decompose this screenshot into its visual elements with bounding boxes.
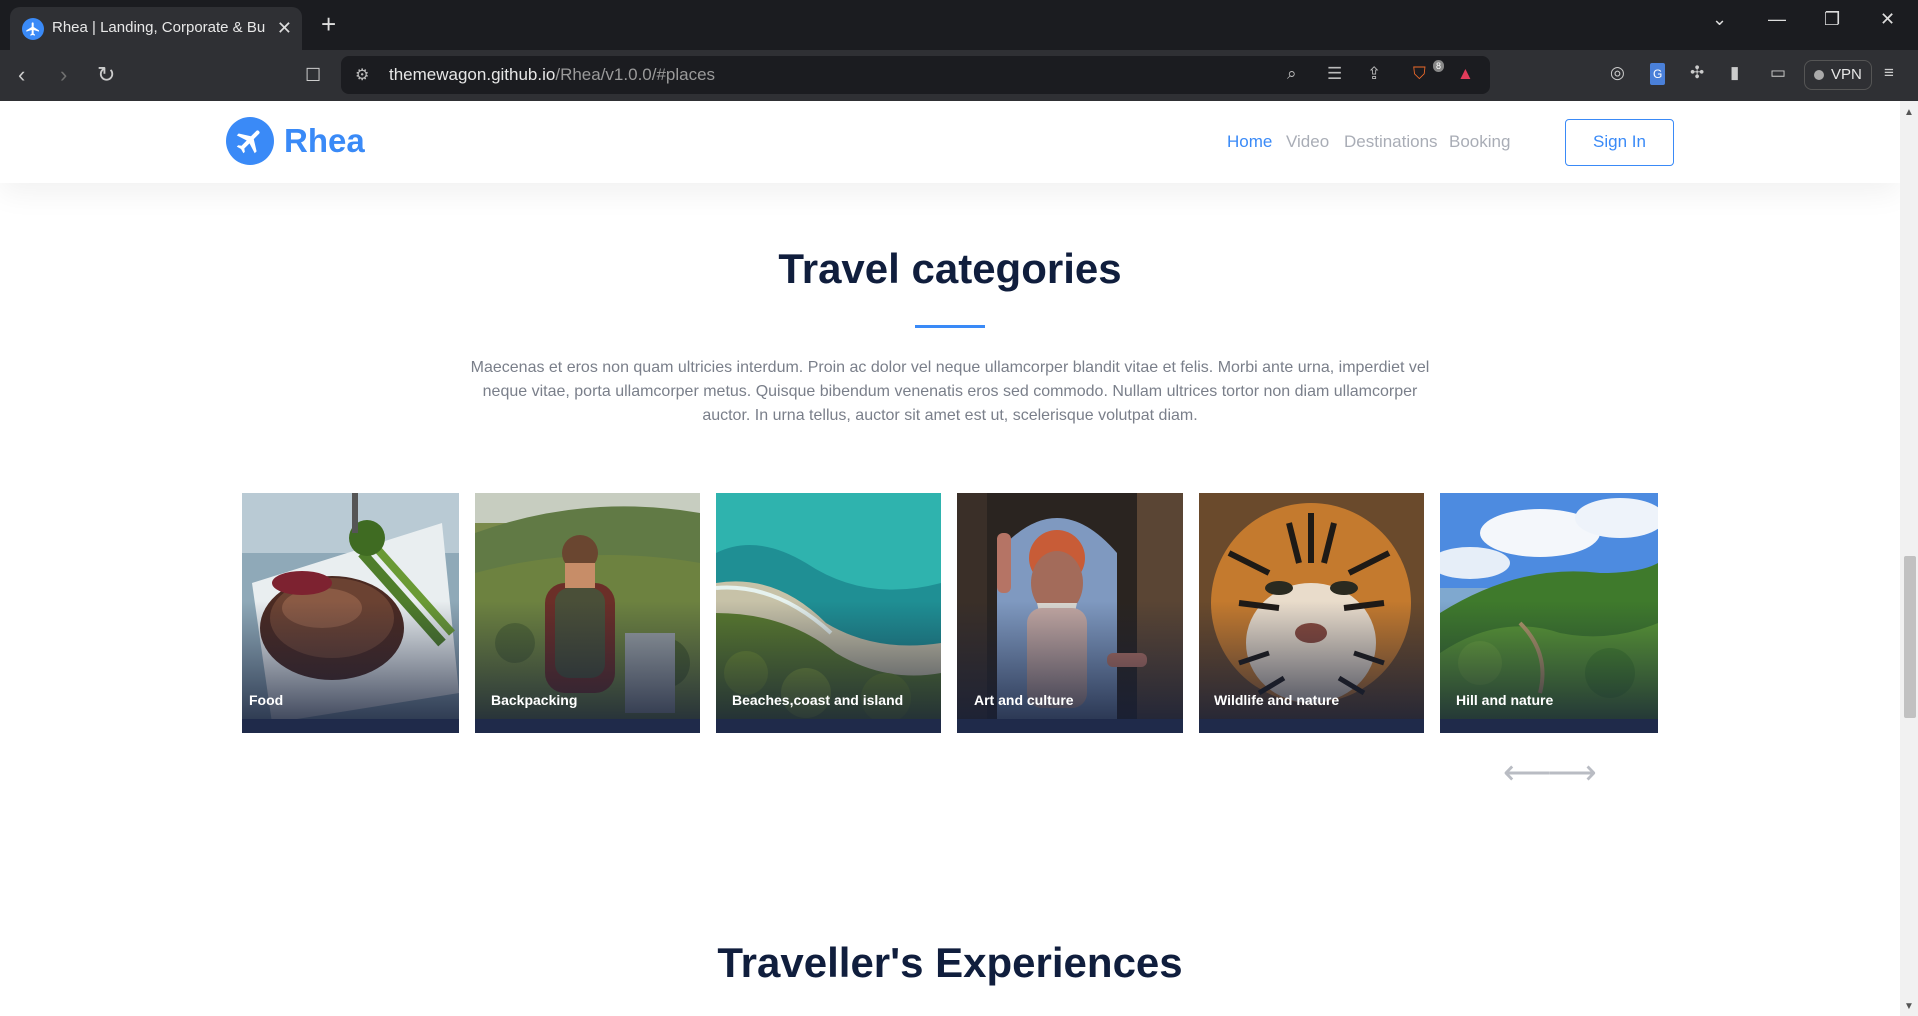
scroll-thumb[interactable] bbox=[1904, 556, 1916, 718]
arrow-left-icon[interactable]: ⟵ bbox=[1503, 756, 1552, 790]
category-card-food[interactable]: Food bbox=[242, 493, 459, 733]
category-label: Art and culture bbox=[974, 692, 1074, 708]
section-lead-text: Maecenas et eros non quam ultricies inte… bbox=[470, 359, 1430, 424]
shield-count-badge: 8 bbox=[1433, 60, 1445, 72]
plane-favicon-icon bbox=[22, 18, 44, 40]
nav-booking[interactable]: Booking bbox=[1449, 132, 1510, 152]
back-icon[interactable]: ‹ bbox=[18, 62, 25, 88]
category-label: Food bbox=[249, 692, 284, 708]
sidebar-icon[interactable]: ▮ bbox=[1730, 63, 1739, 83]
forward-icon[interactable]: › bbox=[60, 62, 67, 88]
address-bar[interactable]: ⚙ themewagon.github.io/Rhea/v1.0.0/#plac… bbox=[341, 56, 1490, 94]
bookmark-icon[interactable]: ☐ bbox=[305, 62, 321, 88]
zoom-icon[interactable]: ⌕ bbox=[1287, 64, 1297, 84]
arrow-right-icon[interactable]: ⟶ bbox=[1548, 756, 1597, 790]
tab-close-icon[interactable]: ✕ bbox=[277, 17, 292, 39]
site-settings-icon[interactable]: ⚙ bbox=[355, 65, 369, 85]
share-icon[interactable]: ⇪ bbox=[1367, 64, 1381, 84]
reload-icon[interactable]: ↻ bbox=[97, 62, 115, 88]
nav-destinations[interactable]: Destinations bbox=[1344, 132, 1438, 152]
category-card-beaches[interactable]: Beaches,coast and island bbox=[716, 493, 941, 733]
page-scrollbar[interactable]: ▲ ▼ bbox=[1900, 101, 1918, 1016]
category-label: Wildlife and nature bbox=[1214, 692, 1340, 708]
category-card-hill-nature[interactable]: Hill and nature bbox=[1440, 493, 1658, 733]
brand-logo[interactable]: Rhea bbox=[226, 117, 365, 165]
title-divider bbox=[915, 325, 985, 328]
brave-shield-icon[interactable]: ⛉ bbox=[1413, 64, 1426, 84]
url-text: themewagon.github.io/Rhea/v1.0.0/#places bbox=[389, 65, 716, 84]
category-card-backpacking[interactable]: Backpacking bbox=[475, 493, 700, 733]
extension-glasses-icon[interactable]: ◎ bbox=[1610, 63, 1625, 83]
new-tab-icon[interactable]: + bbox=[321, 10, 336, 38]
page-viewport: Rhea Home Video Destinations Booking Sig… bbox=[0, 101, 1918, 1016]
category-card-wildlife[interactable]: Wildlife and nature bbox=[1199, 493, 1424, 733]
menu-icon[interactable]: ≡ bbox=[1884, 63, 1894, 83]
tab-search-chevron-icon[interactable]: ⌄ bbox=[1712, 8, 1727, 30]
site-header: Rhea Home Video Destinations Booking Sig… bbox=[0, 101, 1900, 183]
browser-tab-strip: Rhea | Landing, Corporate & Bu ✕ + ⌄ — ❐… bbox=[0, 0, 1918, 50]
brave-rewards-icon[interactable]: ▲ bbox=[1457, 64, 1474, 84]
extensions-puzzle-icon[interactable]: ✣ bbox=[1690, 63, 1704, 83]
translate-icon[interactable]: G bbox=[1650, 63, 1666, 85]
vpn-button[interactable]: VPN bbox=[1804, 60, 1872, 90]
reader-mode-icon[interactable]: ☰ bbox=[1327, 64, 1342, 84]
wallet-icon[interactable]: ▭ bbox=[1770, 63, 1786, 83]
brand-name: Rhea bbox=[284, 122, 365, 159]
category-label: Beaches,coast and island bbox=[732, 692, 904, 708]
tab-title: Rhea | Landing, Corporate & Bu bbox=[52, 19, 266, 36]
nav-home[interactable]: Home bbox=[1227, 132, 1272, 152]
section-title-travellers-experiences: Traveller's Experiences bbox=[717, 939, 1183, 986]
browser-toolbar: ‹ › ↻ ☐ ⚙ themewagon.github.io/Rhea/v1.0… bbox=[0, 50, 1918, 101]
category-label: Backpacking bbox=[491, 692, 578, 708]
category-label: Hill and nature bbox=[1456, 692, 1554, 708]
nav-video[interactable]: Video bbox=[1286, 132, 1329, 152]
minimize-icon[interactable]: — bbox=[1768, 8, 1786, 30]
window-close-icon[interactable]: ✕ bbox=[1880, 8, 1895, 30]
section-title-travel-categories: Travel categories bbox=[778, 245, 1122, 292]
sign-in-button[interactable]: Sign In bbox=[1565, 119, 1674, 166]
category-card-art-culture[interactable]: Art and culture bbox=[957, 493, 1183, 733]
scroll-up-icon[interactable]: ▲ bbox=[1904, 107, 1914, 118]
scroll-down-icon[interactable]: ▼ bbox=[1904, 1001, 1914, 1012]
plane-logo-icon bbox=[226, 117, 274, 165]
restore-icon[interactable]: ❐ bbox=[1824, 8, 1840, 30]
browser-tab-active[interactable]: Rhea | Landing, Corporate & Bu ✕ bbox=[10, 7, 302, 50]
